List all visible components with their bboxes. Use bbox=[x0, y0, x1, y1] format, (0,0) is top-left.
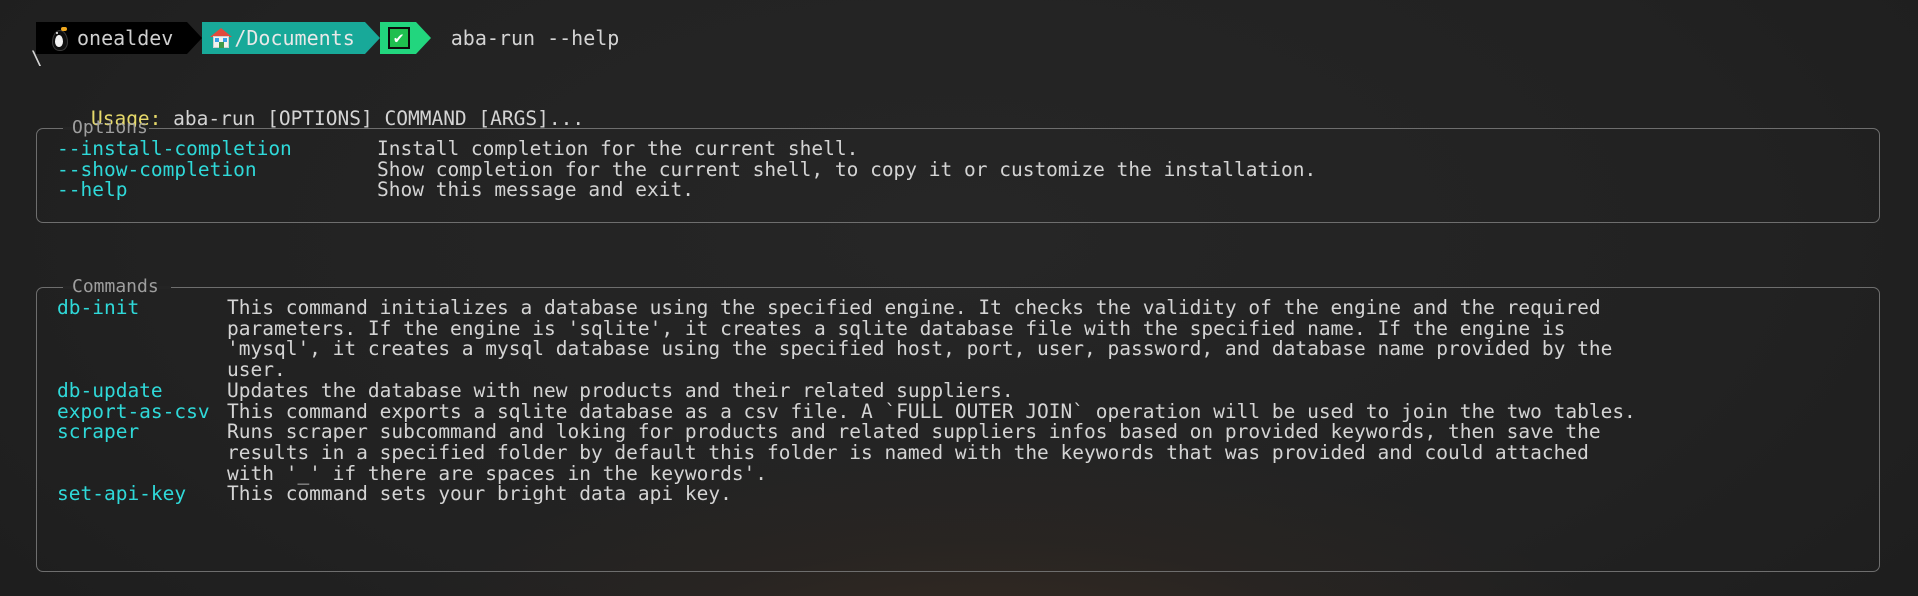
command-name: scraper bbox=[57, 420, 140, 444]
option-row[interactable]: --show-completion Show completion for th… bbox=[57, 157, 1869, 181]
penguin-icon bbox=[50, 26, 68, 51]
command-description: This command initializes a database usin… bbox=[227, 296, 1601, 319]
command-description-cont: with '_' if there are spaces in the keyw… bbox=[227, 461, 768, 485]
prompt-status-segment: ✔ bbox=[379, 22, 416, 54]
shell-prompt: onealdev /Documents ✔ aba-run --help bbox=[36, 22, 619, 54]
command-row[interactable]: db-update Updates the database with new … bbox=[57, 378, 1869, 402]
command-name: set-api-key bbox=[57, 482, 187, 506]
check-icon: ✔ bbox=[387, 27, 410, 49]
command-name: db-init bbox=[57, 296, 140, 319]
options-panel-title: Options bbox=[72, 117, 148, 138]
command-description-cont: parameters. If the engine is 'sqlite', i… bbox=[227, 316, 1566, 340]
prompt-separator-2 bbox=[364, 22, 380, 54]
option-description: Install completion for the current shell… bbox=[377, 137, 859, 160]
command-name: export-as-csv bbox=[57, 399, 210, 423]
command-description: Updates the database with new products a… bbox=[227, 378, 1014, 402]
option-row[interactable]: --help Show this message and exit. bbox=[57, 180, 1869, 201]
command-description: This command exports a sqlite database a… bbox=[227, 399, 1636, 423]
prompt-command: aba-run --help bbox=[450, 25, 620, 50]
continuation-marker: \ bbox=[31, 47, 43, 69]
prompt-separator-3 bbox=[415, 22, 431, 54]
command-description-cont: user. bbox=[227, 358, 286, 382]
command-description-cont: results in a specified folder by default… bbox=[227, 440, 1589, 464]
command-description-cont: 'mysql', it creates a mysql database usi… bbox=[227, 337, 1613, 361]
prompt-separator-1 bbox=[187, 22, 203, 54]
command-row[interactable]: set-api-key This command sets your brigh… bbox=[57, 484, 1869, 505]
commands-list: db-init This command initializes a datab… bbox=[57, 296, 1869, 505]
usage-text: aba-run [OPTIONS] COMMAND [ARGS]... bbox=[173, 106, 585, 130]
command-row[interactable]: scraper Runs scraper subcommand and loki… bbox=[57, 422, 1869, 443]
options-list: --install-completion Install completion … bbox=[57, 137, 1869, 201]
options-panel: Options --install-completion Install com… bbox=[36, 118, 1880, 223]
prompt-user-segment: onealdev bbox=[36, 22, 188, 54]
terminal-window: onealdev /Documents ✔ aba-run --help \ U… bbox=[0, 0, 1918, 596]
option-name: --install-completion bbox=[57, 137, 292, 160]
commands-panel-title: Commands bbox=[72, 276, 159, 297]
command-row[interactable]: export-as-csv This command exports a sql… bbox=[57, 399, 1869, 423]
house-icon bbox=[210, 27, 233, 49]
option-row[interactable]: --install-completion Install completion … bbox=[57, 137, 1869, 160]
command-row[interactable]: db-init This command initializes a datab… bbox=[57, 296, 1869, 319]
option-description: Show completion for the current shell, t… bbox=[377, 157, 1317, 181]
commands-panel: Commands db-init This command initialize… bbox=[36, 277, 1880, 572]
option-name: --show-completion bbox=[57, 157, 257, 181]
command-description: This command sets your bright data api k… bbox=[227, 482, 732, 506]
option-name: --help bbox=[57, 178, 128, 202]
prompt-path-segment: /Documents bbox=[202, 22, 365, 54]
command-description: Runs scraper subcommand and loking for p… bbox=[227, 420, 1601, 444]
option-description: Show this message and exit. bbox=[377, 178, 694, 202]
command-name: db-update bbox=[57, 378, 163, 402]
